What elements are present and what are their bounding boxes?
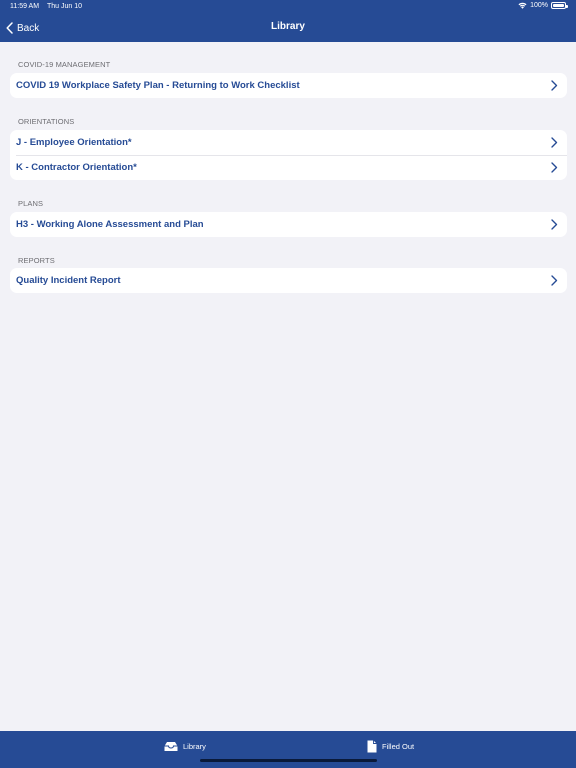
wifi-icon [518,2,527,9]
tray-icon [164,741,178,751]
chevron-right-icon [551,275,558,286]
list-item-label: J - Employee Orientation* [16,137,132,148]
list-item[interactable]: J - Employee Orientation* [10,130,567,155]
section-group-covid: COVID 19 Workplace Safety Plan - Returni… [10,73,567,98]
list-item-label: K - Contractor Orientation* [16,162,137,173]
list-item[interactable]: Quality Incident Report [10,268,567,293]
section-header-reports: REPORTS [18,256,55,265]
list-item[interactable]: H3 - Working Alone Assessment and Plan [10,212,567,237]
section-header-orientations: ORIENTATIONS [18,117,75,126]
list-item-label: H3 - Working Alone Assessment and Plan [16,219,204,230]
tab-filled-out-label: Filled Out [382,741,415,751]
tab-library-label: Library [183,741,206,751]
navigation-bar: Back Library [0,14,576,42]
list-item-label: COVID 19 Workplace Safety Plan - Returni… [16,80,300,91]
chevron-right-icon [551,162,558,173]
status-time: 11:59 AM [10,3,40,10]
tab-filled-out[interactable]: Filled Out [367,739,414,753]
status-bar: 11:59 AM Thu Jun 10 100% [0,0,576,14]
battery-percent: 100% [530,2,548,9]
section-header-covid: COVID-19 MANAGEMENT [18,60,111,69]
chevron-right-icon [551,137,558,148]
section-header-plans: PLANS [18,199,44,208]
home-indicator [200,759,377,762]
status-bar-right: 100% [518,2,568,9]
page-title: Library [271,21,305,32]
chevron-right-icon [551,219,558,230]
app-screen: 11:59 AM Thu Jun 10 100% Back Library CO… [0,0,576,768]
chevron-right-icon [551,80,558,91]
tab-bar: Library Filled Out [0,731,576,768]
list-item[interactable]: K - Contractor Orientation* [10,155,567,180]
section-group-plans: H3 - Working Alone Assessment and Plan [10,212,567,237]
tab-library[interactable]: Library [164,739,206,753]
section-group-orientations: J - Employee Orientation* K - Contractor… [10,130,567,180]
status-date: Thu Jun 10 [47,3,83,10]
section-group-reports: Quality Incident Report [10,268,567,293]
header: 11:59 AM Thu Jun 10 100% Back Library [0,0,576,42]
battery-icon [551,2,568,9]
battery-level-fill [553,4,564,7]
list-item-label: Quality Incident Report [16,275,121,286]
status-bar-left: 11:59 AM Thu Jun 10 [10,3,82,10]
document-icon [367,740,377,752]
list-item[interactable]: COVID 19 Workplace Safety Plan - Returni… [10,73,567,98]
